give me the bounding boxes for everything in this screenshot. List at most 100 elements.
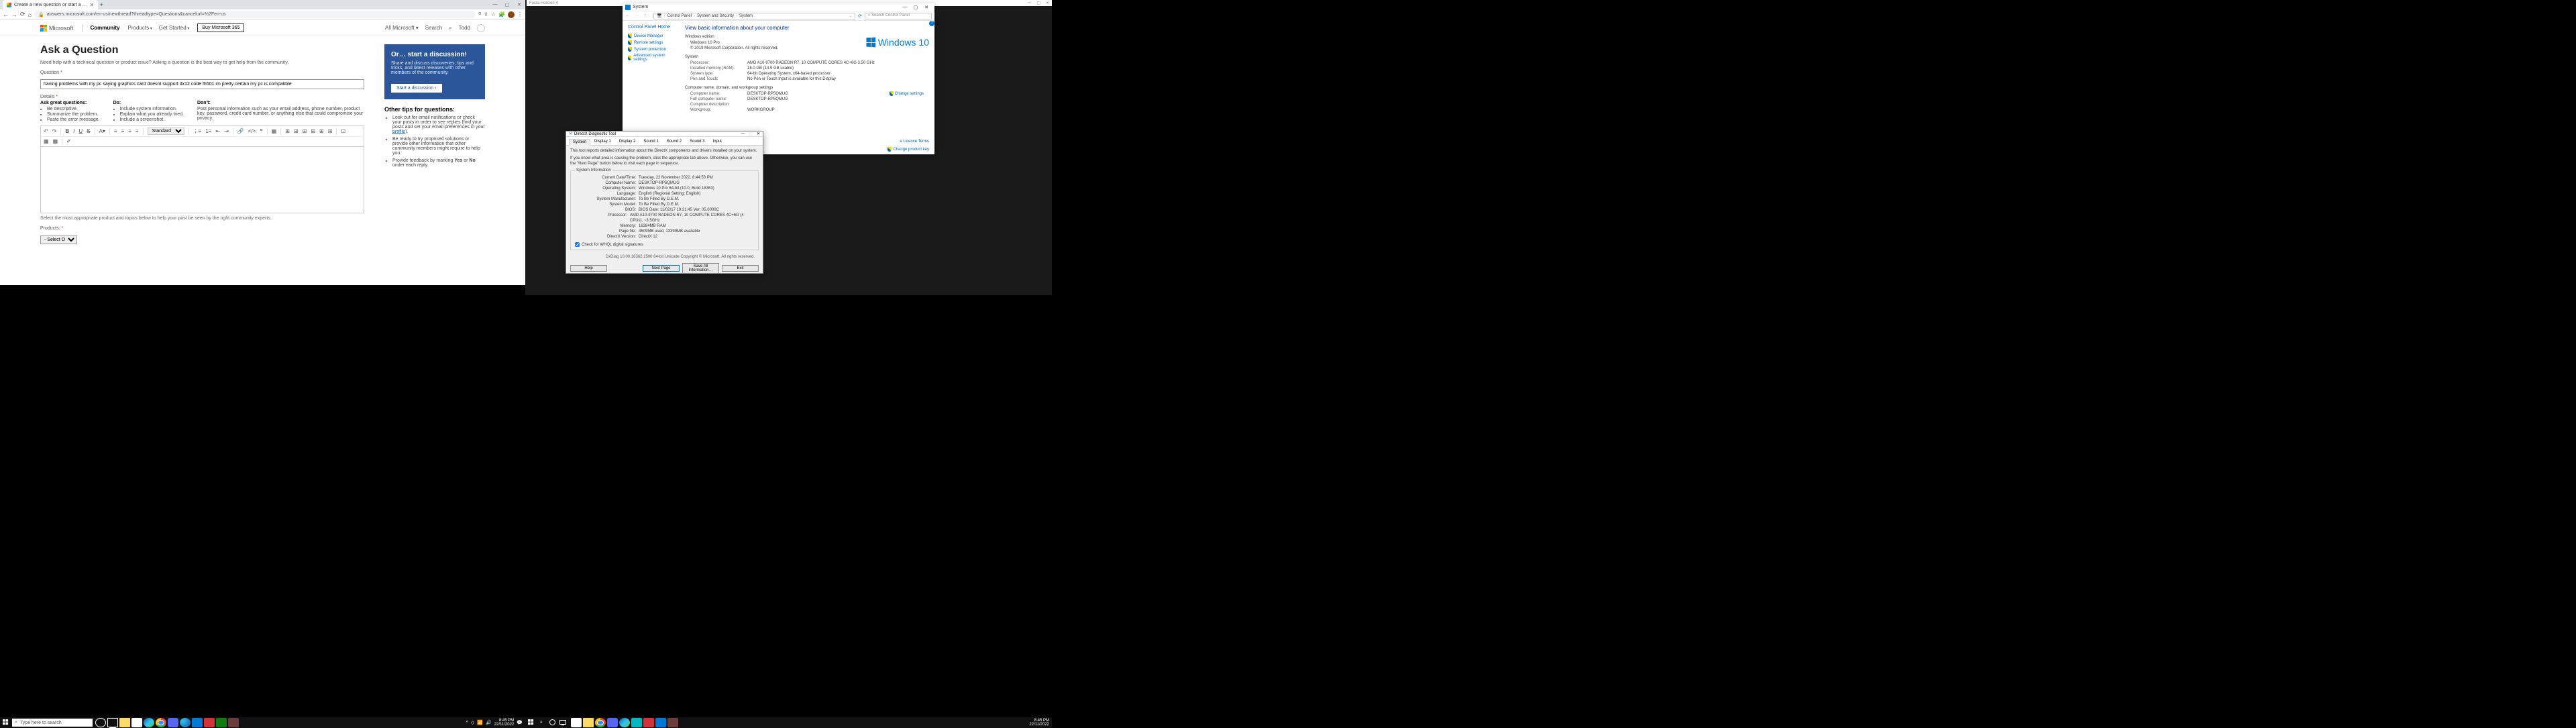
explorer-icon[interactable] [119, 718, 130, 727]
edgebeta-icon[interactable] [180, 718, 191, 727]
undo-icon[interactable]: ↶ [44, 128, 48, 134]
up-button[interactable]: ↑ [644, 13, 651, 18]
chrome-icon[interactable] [595, 718, 606, 727]
table-icon[interactable]: ⊞ [285, 128, 290, 134]
community-link[interactable]: Community [91, 25, 120, 31]
tbl3-icon[interactable]: ⊞ [303, 128, 307, 134]
taskbar-clock[interactable]: 8:45 PM22/11/2022 [1029, 719, 1049, 727]
search-icon[interactable]: ⌕ [536, 720, 547, 725]
tray-volume-icon[interactable]: 🔊 [486, 720, 492, 725]
store-icon[interactable] [131, 718, 142, 727]
taskview-icon[interactable] [107, 718, 118, 727]
app-cyan-icon[interactable] [631, 718, 642, 727]
forward-button[interactable]: → [11, 11, 17, 18]
link-icon[interactable]: 🔗 [237, 128, 244, 134]
tab-sound1[interactable]: Sound 1 [639, 138, 662, 145]
tray-dropbox-icon[interactable]: ◇ [471, 720, 474, 725]
edge-icon[interactable] [619, 718, 630, 727]
code-icon[interactable]: </> [248, 128, 256, 134]
new-tab-button[interactable]: + [98, 1, 105, 8]
app-red-icon[interactable] [643, 718, 654, 727]
help-badge-icon[interactable]: ? [929, 21, 934, 26]
back-button[interactable]: ← [625, 13, 632, 18]
extensions-icon[interactable]: 🧩 [498, 11, 505, 17]
notifications-icon[interactable]: 💬 [517, 720, 523, 725]
tab-sound3[interactable]: Sound 3 [686, 138, 708, 145]
product-select[interactable]: - Select One - [40, 236, 77, 244]
tab-display1[interactable]: Display 1 [590, 138, 615, 145]
bookmark-icon[interactable]: ☆ [491, 11, 496, 17]
tbl4-icon[interactable]: ⊞ [311, 128, 315, 134]
home-button[interactable]: ⌂ [28, 11, 32, 18]
system-protection-link[interactable]: System protection [628, 47, 674, 52]
search-link[interactable]: Search [425, 25, 442, 31]
profile-link[interactable]: profile [392, 129, 405, 134]
edge-icon[interactable] [144, 718, 154, 727]
align-justify-icon[interactable]: ≡ [136, 128, 139, 134]
reload-button[interactable]: ⟳ [20, 11, 25, 18]
paint-icon[interactable]: ✐ [66, 138, 71, 145]
tbl2-icon[interactable]: ⊞ [294, 128, 299, 134]
underline-icon[interactable]: U [78, 128, 83, 134]
explorer-icon[interactable] [583, 718, 594, 727]
steam-icon[interactable] [607, 718, 618, 727]
cortana-icon[interactable] [95, 718, 106, 727]
change-settings-link[interactable]: Change settings [890, 91, 924, 96]
chrome-menu-icon[interactable]: ⋮ [517, 11, 523, 17]
redo-icon[interactable]: ↷ [52, 128, 57, 134]
start-discussion-button[interactable]: Start a discussion › [391, 84, 442, 93]
maximize-button[interactable]: ▢ [910, 5, 921, 10]
close-button[interactable]: ✕ [1046, 1, 1049, 5]
image-icon[interactable]: ▦ [272, 128, 277, 134]
italic-icon[interactable]: I [73, 128, 74, 134]
start-button[interactable] [525, 719, 536, 727]
amd-icon[interactable] [667, 718, 678, 727]
font-color-icon[interactable]: A▾ [99, 128, 105, 134]
quote-icon[interactable]: ❝ [260, 128, 262, 134]
store-icon[interactable] [571, 718, 582, 727]
forward-button[interactable]: → [635, 13, 641, 18]
tab-input[interactable]: Input [708, 138, 725, 145]
device-manager-link[interactable]: Device Manager [628, 34, 674, 38]
start-button[interactable] [0, 719, 11, 727]
bold-icon[interactable]: B [65, 128, 69, 134]
help-button[interactable]: Help [570, 265, 607, 272]
chrome-icon[interactable] [156, 718, 166, 727]
taskview-icon[interactable] [557, 720, 568, 726]
license-terms-link[interactable]: e Licence Terms [900, 140, 929, 144]
translate-icon[interactable]: ᴳ [478, 11, 481, 17]
search-icon[interactable]: ⌕ [449, 25, 451, 32]
whql-checkbox[interactable] [575, 242, 580, 247]
indent-icon[interactable]: ⇥ [224, 128, 229, 134]
question-input[interactable] [40, 79, 364, 89]
minimize-button[interactable]: — [489, 2, 501, 7]
steam-icon[interactable] [168, 718, 178, 727]
app-green-icon[interactable] [216, 718, 227, 727]
profile-avatar[interactable] [508, 11, 515, 18]
cortana-icon[interactable] [547, 719, 557, 727]
strike-icon[interactable]: S [87, 128, 90, 134]
control-panel-home-link[interactable]: Control Panel Home [628, 25, 674, 30]
breadcrumb[interactable]: 🖥› Control Panel› System and Security› S… [653, 13, 855, 19]
refresh-icon[interactable]: ⟳ [858, 13, 862, 19]
style-select[interactable]: Standard [148, 127, 184, 135]
taskbar-clock[interactable]: 8:45 PM22/11/2022 [494, 719, 515, 727]
app-red-icon[interactable] [204, 718, 215, 727]
outdent-icon[interactable]: ⇤ [215, 128, 220, 134]
nav-products[interactable]: Products [128, 25, 152, 31]
tray-chevron-icon[interactable]: ^ [466, 721, 468, 725]
tab-close-icon[interactable]: ✕ [90, 2, 95, 8]
minimize-button[interactable]: — [741, 132, 745, 136]
ol-icon[interactable]: 1≡ [205, 128, 211, 134]
browser-tab[interactable]: Create a new question or start a … ✕ [3, 0, 98, 9]
tbl5-icon[interactable]: ⊞ [319, 128, 324, 134]
mail-icon[interactable] [192, 718, 203, 727]
html-icon[interactable]: ⊡ [341, 128, 345, 134]
tab-sound2[interactable]: Sound 2 [663, 138, 686, 145]
close-button[interactable]: ✕ [757, 132, 760, 136]
minimize-button[interactable]: — [1027, 1, 1031, 5]
back-button[interactable]: ← [3, 11, 9, 18]
advanced-settings-link[interactable]: Advanced system settings [628, 54, 674, 62]
ul-icon[interactable]: ⋮≡ [193, 128, 202, 134]
next-page-button[interactable]: Next Page [643, 265, 680, 272]
